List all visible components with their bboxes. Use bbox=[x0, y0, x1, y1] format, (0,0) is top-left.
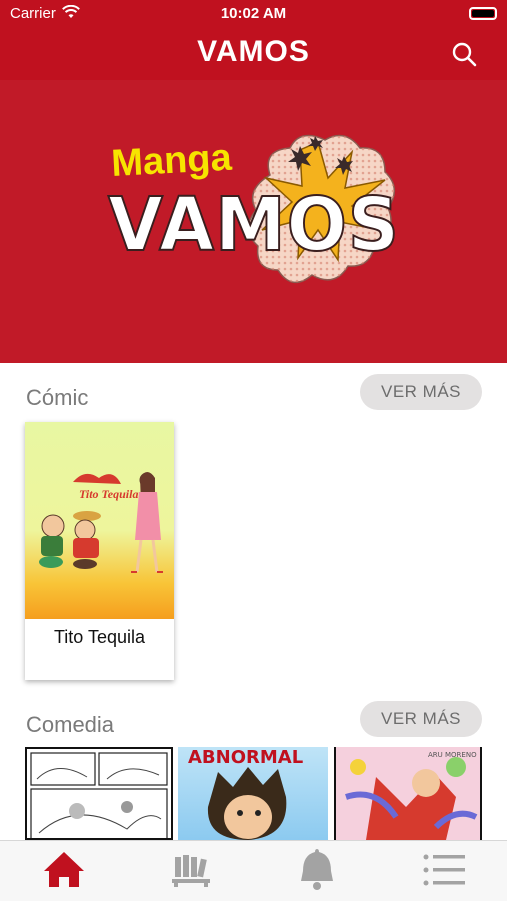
search-icon[interactable] bbox=[450, 40, 478, 68]
comic-cover-image: Tito Tequila bbox=[25, 422, 174, 619]
battery-icon bbox=[469, 7, 497, 20]
section-title-comedia: Comedia bbox=[26, 712, 115, 737]
ver-mas-comedia-button[interactable]: VER MÁS bbox=[360, 701, 482, 737]
library-icon[interactable] bbox=[161, 841, 221, 901]
comedia-cover-1[interactable] bbox=[25, 747, 173, 840]
comedia-cover-3[interactable]: ARU MORENO bbox=[334, 747, 482, 840]
home-icon[interactable] bbox=[34, 841, 94, 901]
comedia-cover-2[interactable]: ABNORMAL bbox=[178, 747, 328, 840]
app-title: VAMOS bbox=[197, 35, 310, 68]
logo-big-text: VAMOS bbox=[108, 182, 400, 268]
comic-card-title: Tito Tequila bbox=[53, 627, 146, 647]
tab-bar bbox=[0, 840, 507, 901]
manga-vamos-logo: Manga VAMOS bbox=[107, 134, 400, 284]
status-bar: Carrier 10:02 AM bbox=[0, 0, 507, 28]
hero-banner: Manga VAMOS bbox=[0, 80, 507, 363]
ver-mas-comic-button[interactable]: VER MÁS bbox=[360, 374, 482, 410]
list-icon[interactable] bbox=[414, 841, 474, 901]
bell-icon[interactable] bbox=[287, 841, 347, 901]
comedia-cover-2-title: ABNORMAL bbox=[188, 747, 303, 768]
logo-small-text: Manga bbox=[110, 137, 233, 185]
section-title-comic: Cómic bbox=[26, 385, 89, 410]
cover-title-text: Tito Tequila bbox=[79, 487, 138, 501]
clock: 10:02 AM bbox=[220, 5, 287, 22]
comic-card-tito-tequila[interactable]: Tito Tequila Tito Tequila bbox=[25, 422, 174, 680]
navigation-bar: VAMOS bbox=[0, 28, 507, 80]
